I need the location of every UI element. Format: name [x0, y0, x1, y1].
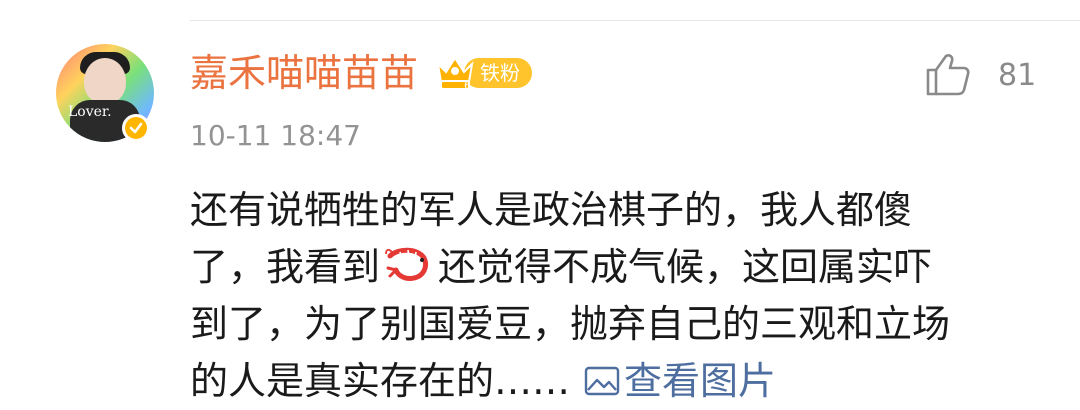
comment-line: 还有说牺牲的军人是政治棋子的，我人都傻	[190, 188, 913, 232]
timestamp: 10-11 18:47	[190, 119, 361, 152]
comment-segment: 了，我看到	[190, 245, 381, 289]
comment-segment: 的人是真实存在的……	[190, 359, 571, 403]
avatar-text: Lover.	[68, 104, 112, 120]
username[interactable]: 嘉禾喵喵苗苗	[190, 48, 418, 98]
fan-level: 6	[464, 79, 471, 92]
comment-line: 了，我看到 还觉得不成气候，这回属实吓	[190, 239, 1050, 296]
view-image-label: 查看图片	[624, 359, 777, 403]
view-image-link[interactable]: 查看图片	[584, 359, 776, 403]
comment-line: 到了，为了别国爱豆，抛弃自己的三观和立场	[190, 302, 951, 346]
comment-line: 的人是真实存在的…… 查看图片	[190, 353, 1050, 410]
comment-segment: 还觉得不成气候，这回属实吓	[438, 245, 933, 289]
divider	[190, 20, 1080, 21]
comment-text: 还有说牺牲的军人是政治棋子的，我人都傻 了，我看到 还觉得不成气候，这回属实吓 …	[190, 182, 1050, 410]
shrimp-emoji	[385, 247, 429, 281]
thumbs-up-icon[interactable]	[924, 52, 972, 96]
verified-icon	[122, 114, 150, 142]
crown-icon: 6	[436, 56, 474, 92]
image-icon	[584, 366, 620, 396]
like-count: 81	[998, 58, 1037, 93]
